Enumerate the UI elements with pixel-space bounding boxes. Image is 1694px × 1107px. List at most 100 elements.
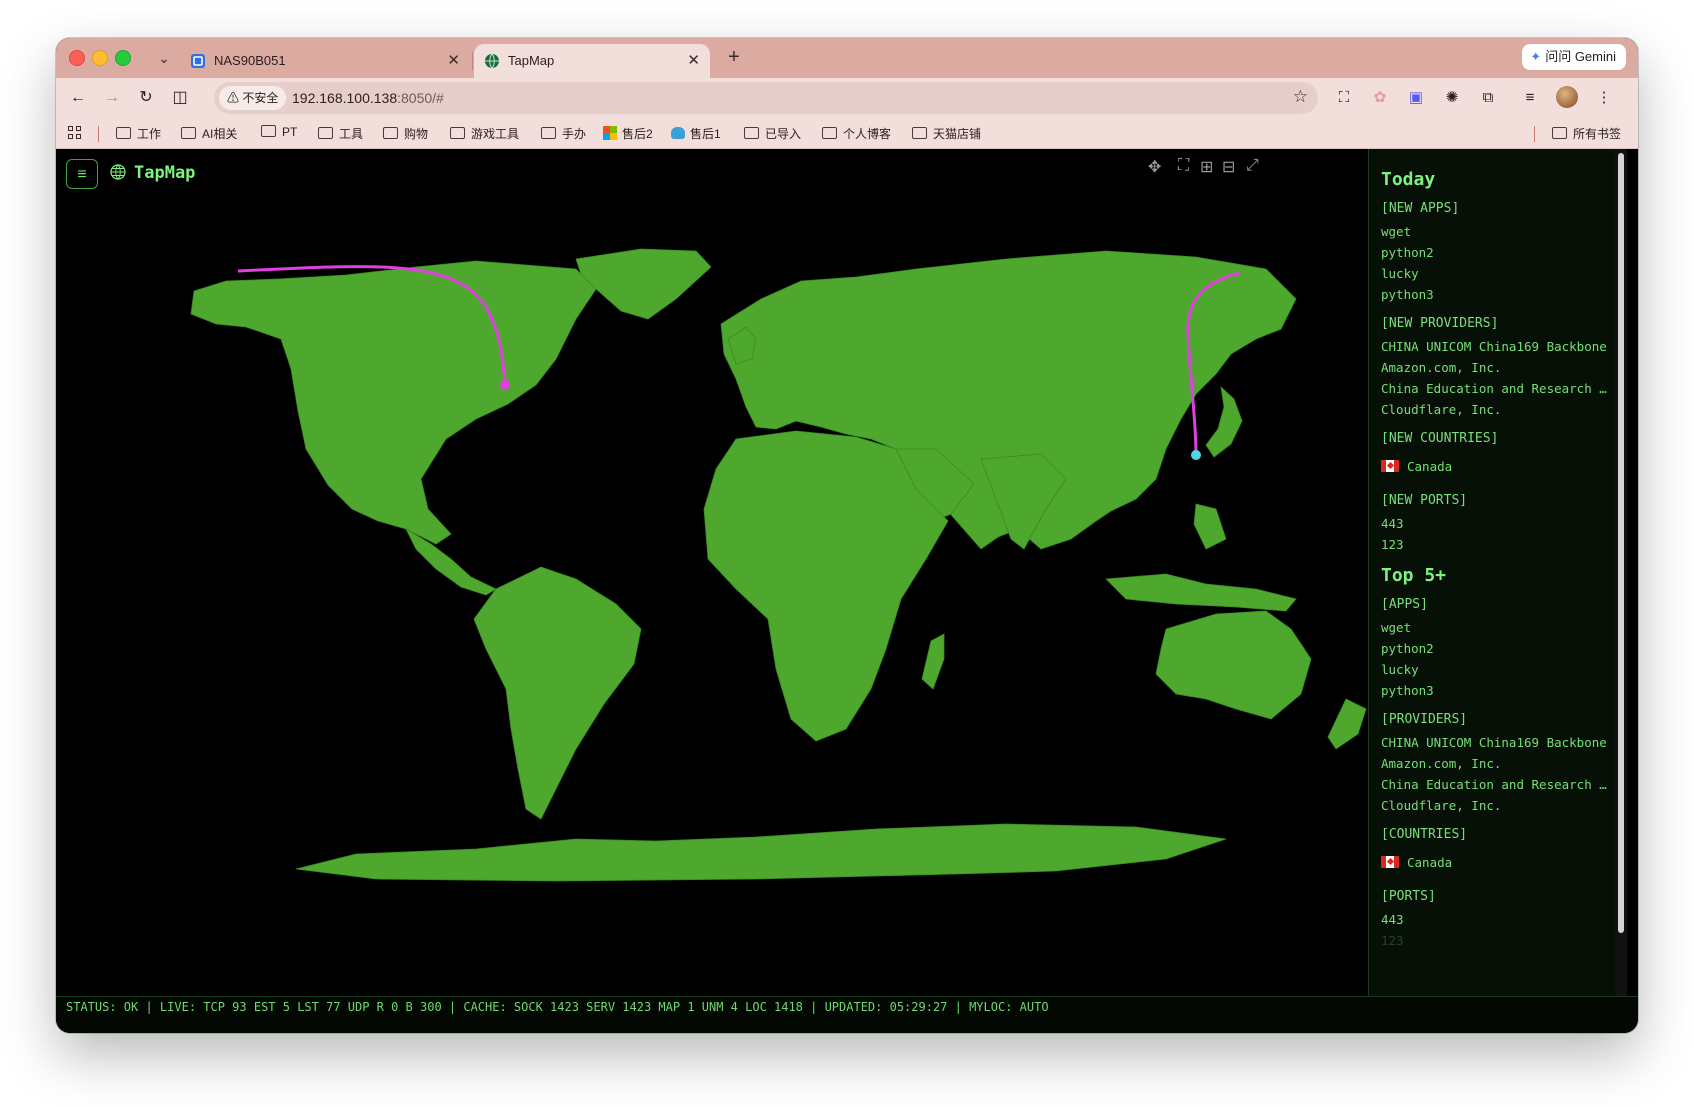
list-item: Canada [1381,855,1611,870]
south-america-shape [473,566,642,820]
bookmark-divider [1534,126,1535,142]
reload-icon[interactable]: ↻ [134,86,158,110]
bookmark-folder[interactable]: 已导入 [744,125,801,142]
folder-icon [261,125,276,137]
world-map-canvas[interactable] [56,149,1368,996]
zoom-in-icon[interactable]: ⊞ [1200,157,1213,177]
folder-icon [912,127,927,139]
security-label: 不安全 [242,91,279,105]
apps-grid-icon[interactable] [68,126,82,140]
reset-view-icon[interactable]: ⤢ [1246,157,1259,175]
tab-title: TapMap [508,53,555,68]
sidebar-scrollbar[interactable] [1615,149,1627,996]
scrollbar-thumb[interactable] [1618,153,1624,933]
menu-toggle-button[interactable]: ≡ [66,159,98,189]
list-item: China Education and Research Network [1381,777,1611,792]
bookmark-folder[interactable]: 购物 [383,125,428,142]
extension-icon[interactable]: ▣ [1404,86,1428,110]
folder-icon [822,127,837,139]
providers-label: [PROVIDERS] [1381,712,1468,727]
folder-icon [541,127,556,139]
pan-icon[interactable]: ✥ [1148,157,1161,177]
tab-bar: ⌄ NAS90B051 ✕ TapMap ✕ + ✦ 问问 Gemini [56,38,1638,78]
greenland-shape [575,248,712,320]
new-zealand-shape [1327,698,1367,750]
close-window-button[interactable] [69,50,85,66]
list-item: China Education and Research Network [1381,381,1611,396]
close-tab-icon[interactable]: ✕ [447,51,460,69]
address-bar[interactable]: ⚠ 不安全 192.168.100.138:8050/# ☆ [214,82,1318,114]
kebab-menu-icon[interactable]: ⋮ [1592,86,1616,110]
app-brand: TapMap [110,163,195,183]
minimize-window-button[interactable] [92,50,108,66]
tab-tapmap[interactable]: TapMap ✕ [474,44,710,78]
list-item: 443 [1381,912,1404,927]
extension-icon[interactable]: ✺ [1440,86,1464,110]
box-select-icon[interactable]: ⛶ [1178,157,1189,175]
url-path: :8050/# [397,90,444,106]
extension-icon[interactable]: ⛶ [1332,86,1356,110]
list-item: python2 [1381,641,1434,656]
zoom-window-button[interactable] [115,50,131,66]
folder-icon [181,127,196,139]
split-view-icon[interactable]: ◫ [168,86,192,110]
ports-label: [PORTS] [1381,889,1436,904]
today-heading: Today [1381,169,1436,190]
bookmark-divider [98,126,99,142]
status-bar: STATUS: OK | LIVE: TCP 93 EST 5 LST 77 U… [56,996,1638,1033]
puzzle-icon[interactable]: ⧉ [1476,86,1500,110]
zoom-out-icon[interactable]: ⊟ [1222,157,1235,177]
indonesia-shape [1105,573,1297,612]
gemini-button[interactable]: ✦ 问问 Gemini [1522,44,1626,70]
bookmark-folder[interactable]: 游戏工具 [450,125,519,142]
security-chip[interactable]: ⚠ 不安全 [219,86,287,110]
list-item: 443 [1381,516,1404,531]
list-item: Canada [1381,459,1611,474]
madagascar-shape [921,633,945,690]
endpoint-marker[interactable] [500,380,510,390]
bookmark-folder[interactable]: 个人博客 [822,125,891,142]
bookmark-folder[interactable]: 工作 [116,125,161,142]
bookmark-folder[interactable]: 工具 [318,125,363,142]
browser-toolbar: ← → ↻ ◫ ⚠ 不安全 192.168.100.138:8050/# ☆ ⛶… [56,78,1638,118]
bookmark-link[interactable]: 售后2 [603,125,653,142]
media-controls-icon[interactable]: ≡ [1518,86,1542,110]
bookmark-folder[interactable]: AI相关 [181,125,237,142]
tapmap-app: ≡ TapMap ✥ ⛶ ⊞ ⊟ ⤢ Today [NEW APPS] wget… [56,149,1638,1033]
tab-nas[interactable]: NAS90B051 ✕ [180,44,470,78]
central-america-shape [405,527,497,596]
list-item: CHINA UNICOM China169 Backbone [1381,339,1607,354]
folder-icon [383,127,398,139]
bookmark-folder[interactable]: 天猫店铺 [912,125,981,142]
philippines-shape [1193,503,1227,550]
new-tab-button[interactable]: + [720,44,748,72]
list-item: python2 [1381,245,1434,260]
folder-icon [318,127,333,139]
back-arrow-icon[interactable]: ← [66,86,90,110]
bookmark-star-icon[interactable]: ☆ [1293,87,1308,107]
microsoft-logo-icon [603,126,617,140]
folder-icon [1552,127,1567,139]
extension-icon[interactable]: ✿ [1368,86,1392,110]
list-item: python3 [1381,287,1434,302]
list-item: 123 [1381,933,1404,948]
bookmark-folder[interactable]: PT [261,125,297,139]
forward-arrow-icon[interactable]: → [100,86,124,110]
close-tab-icon[interactable]: ✕ [687,51,700,69]
list-item: CHINA UNICOM China169 Backbone [1381,735,1607,750]
endpoint-marker[interactable] [1191,450,1201,460]
bookmark-link[interactable]: 售后1 [671,125,721,142]
canada-flag-icon [1381,460,1399,472]
nas-favicon-icon [191,54,205,68]
tab-search-chevron-icon[interactable]: ⌄ [152,46,176,70]
gemini-spark-icon: ✦ [1530,49,1542,64]
apps-label: [APPS] [1381,597,1428,612]
url-text[interactable]: 192.168.100.138:8050/# [292,90,444,106]
all-bookmarks-folder[interactable]: 所有书签 [1552,125,1621,142]
bookmark-folder[interactable]: 手办 [541,125,586,142]
tab-title: NAS90B051 [214,53,286,68]
avatar[interactable] [1556,86,1578,108]
world-map[interactable]: ≡ TapMap ✥ ⛶ ⊞ ⊟ ⤢ [56,149,1368,996]
list-item: Amazon.com, Inc. [1381,360,1502,375]
antarctica-shape [295,823,1227,882]
